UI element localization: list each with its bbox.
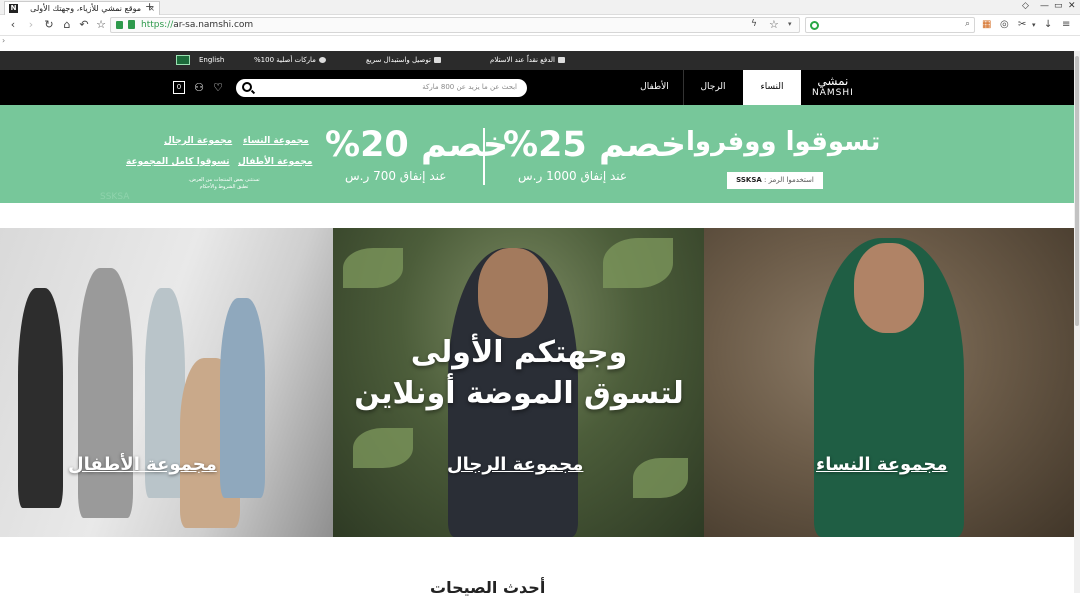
exchange-icon [433,57,441,63]
promo-terms-note: تستثنى بعض المنتجات من العرض، تطبق الشرو… [188,177,260,190]
dropdown-icon[interactable]: ▾ [788,20,792,28]
link-men-collection[interactable]: مجموعة الرجال [164,136,232,146]
namshi-favicon-icon: N [9,4,18,13]
leaf-shape [343,248,403,288]
leaf-shape [603,238,673,288]
close-window-icon[interactable]: ✕ [1068,1,1076,11]
back-icon[interactable]: ‹ [6,18,20,32]
cart-count: 0 [176,83,182,91]
bookmark-arrow-icon[interactable]: › [2,36,5,45]
tab-title: موقع نمشي للأزياء، وجهتك الأولى [30,4,141,13]
authentic-info: ماركات أصلية 100% [254,56,326,64]
search-engine-icon [810,21,819,30]
authentic-text: ماركات أصلية 100% [254,56,316,64]
bookmark-star-icon[interactable]: ☆ [769,18,779,31]
url-text: https://ar-sa.namshi.com [141,20,253,30]
shield-icon [116,21,123,29]
hero-headline-line1: وجهتكم الأولى [410,335,628,370]
promo-headline: تسوقوا ووفروا [686,127,881,157]
women-collection-cta[interactable]: مجموعة النساء [816,454,948,475]
cash-icon [558,57,565,63]
women-hero-panel[interactable]: مجموعة النساء [704,228,1074,537]
forward-icon[interactable]: › [24,18,38,32]
tab-women[interactable]: النساء [743,70,801,105]
new-tab-button[interactable]: + [145,0,154,13]
user-icon[interactable]: ⚇ [193,81,205,94]
link-all-collection[interactable]: تسوقوا كامل المجموعة [126,157,230,167]
link-kids-collection[interactable]: مجموعة الأطفال [238,157,312,167]
promo-faint-text: SSKSA [100,192,130,202]
logo-english: NAMSHI [812,88,854,98]
bookmark-bar: › [0,36,1080,50]
browser-tab[interactable]: N موقع نمشي للأزياء، وجهتك الأولى × [4,1,160,15]
dropdown-icon[interactable]: ▾ [1032,18,1036,32]
heart-icon[interactable]: ♡ [212,81,224,94]
promo-banner[interactable]: تسوقوا ووفروا استخدموا الرمز : SSKSA خصم… [0,105,1074,203]
scissors-icon[interactable]: ✂ [1018,18,1026,32]
logo-arabic: نمشي [817,74,849,88]
gamepad-icon[interactable]: ◎ [1000,18,1009,32]
kids-collection-cta[interactable]: مجموعة الأطفال [68,454,217,475]
browser-tab-bar: N موقع نمشي للأزياء، وجهتك الأولى × + ◇ … [0,0,1080,15]
link-women-collection[interactable]: مجموعة النساء [243,136,309,146]
leaf-shape [633,458,688,498]
deal-1-condition: عند إنفاق 1000 ر.س [518,169,628,183]
tab-men[interactable]: الرجال [684,70,742,105]
cod-info: الدفع نقداً عند الاستلام [490,56,565,64]
star-icon[interactable]: ☆ [94,18,108,32]
namshi-logo[interactable]: نمشي NAMSHI [812,75,854,99]
browser-search-box[interactable]: ⌕ [805,17,975,33]
kids-hero-panel[interactable]: مجموعة الأطفال [0,228,333,537]
man-face-image [478,248,548,338]
men-collection-cta[interactable]: مجموعة الرجال [447,454,583,475]
browser-toolbar: ‹ › ↻ ⌂ ↶ ☆ https://ar-sa.namshi.com ϟ ☆… [0,15,1080,36]
home-icon[interactable]: ⌂ [60,18,74,32]
badge-icon [318,57,326,63]
scrollbar-thumb[interactable] [1075,56,1079,326]
url-host: ar-sa.namshi.com [173,20,254,30]
kid-figure-image [78,268,133,518]
section-title: أحدث الصيحات [430,578,546,597]
cod-text: الدفع نقداً عند الاستلام [490,56,555,64]
deal-1-headline: خصم 25% [503,125,687,165]
site-nav: نمشي NAMSHI النساء الرجال الأطفال ابحث ع… [0,70,1074,105]
extensions-icon[interactable]: ▦ [982,18,991,32]
search-placeholder: ابحث عن ما يزيد عن 800 ماركة [422,83,517,91]
site-search-input[interactable]: ابحث عن ما يزيد عن 800 ماركة [236,79,527,97]
flag-icon[interactable] [176,55,190,65]
delivery-text: توصيل واستبدال سريع [366,56,431,64]
shield-icon[interactable]: ◇ [1022,1,1029,11]
promo-code-label: استخدموا الرمز : [764,176,814,184]
promo-code-box: استخدموا الرمز : SSKSA [727,172,823,189]
minimize-icon[interactable]: — [1040,1,1049,11]
download-icon[interactable]: ↓ [1044,18,1052,32]
delivery-info: توصيل واستبدال سريع [366,56,441,64]
hero-headline-line2: لتسوق الموضة أونلاين [354,376,684,411]
kid-figure-image [18,288,63,508]
url-protocol: https:// [141,20,174,30]
promo-code: SSKSA [736,176,762,184]
leaf-shape [353,428,413,468]
deal-2-headline: خصم 20% [325,125,509,165]
lock-icon [128,20,135,29]
magnifier-icon[interactable]: ⌕ [965,19,970,29]
tab-kids[interactable]: الأطفال [626,70,684,105]
menu-icon[interactable]: ≡ [1062,18,1070,32]
site-info-bar: الدفع نقداً عند الاستلام توصيل واستبدال … [0,51,1074,70]
maximize-icon[interactable]: ▭ [1054,1,1063,11]
hero-section: مجموعة الأطفال مجموعة الرجال مجموعة النس… [0,228,1074,537]
undo-icon[interactable]: ↶ [77,18,91,32]
search-icon[interactable] [242,82,252,92]
hero-headline: وجهتكم الأولى لتسوق الموضة أونلاين [340,333,698,415]
cart-icon[interactable]: 0 [173,81,185,94]
deal-2-condition: عند إنفاق 700 ر.س [345,169,447,183]
woman-face-image [854,243,924,333]
reload-icon[interactable]: ↻ [42,18,56,32]
kid-figure-image [220,298,265,498]
language-switch[interactable]: English [199,56,224,64]
address-bar[interactable]: https://ar-sa.namshi.com ϟ ☆ ▾ [110,17,800,33]
bolt-icon[interactable]: ϟ [751,19,757,29]
